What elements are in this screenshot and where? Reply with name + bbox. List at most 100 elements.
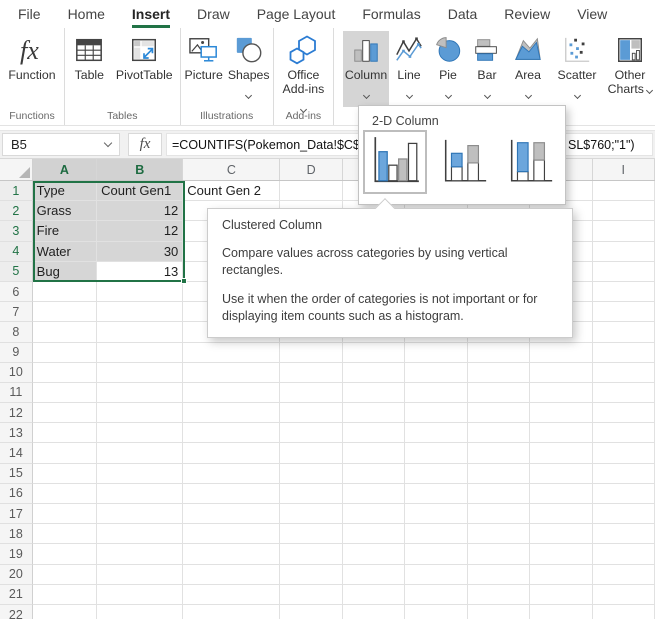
row-header-11[interactable]: 11: [0, 383, 33, 403]
cell-H16[interactable]: [530, 484, 592, 504]
cell-F18[interactable]: [405, 524, 467, 544]
cell-I17[interactable]: [593, 504, 655, 524]
area-chart-button[interactable]: Area: [507, 31, 549, 107]
cell-I22[interactable]: [593, 605, 655, 619]
row-header-10[interactable]: 10: [0, 363, 33, 383]
cell-G21[interactable]: [468, 585, 530, 605]
cell-B21[interactable]: [97, 585, 183, 605]
cell-F20[interactable]: [405, 565, 467, 585]
cell-I7[interactable]: [593, 302, 655, 322]
cell-G19[interactable]: [468, 544, 530, 564]
tab-home[interactable]: Home: [68, 0, 105, 28]
cell-G12[interactable]: [468, 403, 530, 423]
row-header-20[interactable]: 20: [0, 565, 33, 585]
tab-data[interactable]: Data: [448, 0, 478, 28]
cell-B9[interactable]: [97, 343, 183, 363]
cell-G18[interactable]: [468, 524, 530, 544]
cell-H11[interactable]: [530, 383, 592, 403]
cell-B1[interactable]: Count Gen1: [97, 181, 183, 201]
cell-E22[interactable]: [343, 605, 405, 619]
cell-A5[interactable]: Bug: [33, 262, 97, 282]
cell-H20[interactable]: [530, 565, 592, 585]
cell-B17[interactable]: [97, 504, 183, 524]
cell-E19[interactable]: [343, 544, 405, 564]
cell-A4[interactable]: Water: [33, 242, 97, 262]
cell-B11[interactable]: [97, 383, 183, 403]
tab-view[interactable]: View: [577, 0, 607, 28]
row-header-7[interactable]: 7: [0, 302, 33, 322]
cell-G22[interactable]: [468, 605, 530, 619]
cell-D18[interactable]: [280, 524, 342, 544]
cell-B5[interactable]: 13: [97, 262, 183, 282]
tab-insert[interactable]: Insert: [132, 0, 170, 28]
cell-I16[interactable]: [593, 484, 655, 504]
insert-function-button[interactable]: fx: [128, 133, 162, 156]
row-header-1[interactable]: 1: [0, 181, 33, 201]
cell-G11[interactable]: [468, 383, 530, 403]
cell-F21[interactable]: [405, 585, 467, 605]
row-header-17[interactable]: 17: [0, 504, 33, 524]
cell-D19[interactable]: [280, 544, 342, 564]
cell-A20[interactable]: [33, 565, 97, 585]
cell-D9[interactable]: [280, 343, 342, 363]
row-header-13[interactable]: 13: [0, 423, 33, 443]
tab-review[interactable]: Review: [504, 0, 550, 28]
column-header-B[interactable]: B: [97, 159, 183, 180]
cell-H14[interactable]: [530, 443, 592, 463]
cell-H13[interactable]: [530, 423, 592, 443]
cell-G17[interactable]: [468, 504, 530, 524]
cell-A19[interactable]: [33, 544, 97, 564]
pivottable-button[interactable]: PivotTable: [111, 31, 177, 107]
cell-A22[interactable]: [33, 605, 97, 619]
row-header-6[interactable]: 6: [0, 282, 33, 302]
cell-A15[interactable]: [33, 464, 97, 484]
cell-C12[interactable]: [183, 403, 280, 423]
cell-B4[interactable]: 30: [97, 242, 183, 262]
option-100-stacked-column[interactable]: [503, 135, 557, 191]
cell-H21[interactable]: [530, 585, 592, 605]
fill-handle[interactable]: [181, 278, 187, 284]
cell-H18[interactable]: [530, 524, 592, 544]
cell-D11[interactable]: [280, 383, 342, 403]
cell-B18[interactable]: [97, 524, 183, 544]
row-header-12[interactable]: 12: [0, 403, 33, 423]
row-header-19[interactable]: 19: [0, 544, 33, 564]
cell-I20[interactable]: [593, 565, 655, 585]
cell-C9[interactable]: [183, 343, 280, 363]
cell-D22[interactable]: [280, 605, 342, 619]
tab-formulas[interactable]: Formulas: [362, 0, 420, 28]
option-stacked-column[interactable]: [437, 135, 491, 191]
cell-I12[interactable]: [593, 403, 655, 423]
bar-chart-button[interactable]: Bar: [467, 31, 507, 107]
cell-I5[interactable]: [593, 262, 655, 282]
cell-A12[interactable]: [33, 403, 97, 423]
row-header-4[interactable]: 4: [0, 242, 33, 262]
cell-A17[interactable]: [33, 504, 97, 524]
cell-F12[interactable]: [405, 403, 467, 423]
cell-E15[interactable]: [343, 464, 405, 484]
cell-F13[interactable]: [405, 423, 467, 443]
cell-I21[interactable]: [593, 585, 655, 605]
column-header-C[interactable]: C: [183, 159, 280, 180]
cell-H22[interactable]: [530, 605, 592, 619]
cell-A1[interactable]: Type: [33, 181, 97, 201]
cell-A16[interactable]: [33, 484, 97, 504]
row-header-16[interactable]: 16: [0, 484, 33, 504]
table-button[interactable]: Table: [67, 31, 111, 107]
column-chart-button[interactable]: Column: [343, 31, 389, 107]
cell-G15[interactable]: [468, 464, 530, 484]
scatter-chart-button[interactable]: Scatter: [549, 31, 605, 107]
name-box[interactable]: B5: [2, 133, 120, 156]
name-box-chevron-icon[interactable]: [104, 139, 112, 147]
cell-E21[interactable]: [343, 585, 405, 605]
row-header-14[interactable]: 14: [0, 443, 33, 463]
cell-A14[interactable]: [33, 443, 97, 463]
function-button[interactable]: fx Function: [0, 31, 64, 107]
pie-chart-button[interactable]: Pie: [429, 31, 467, 107]
cell-I11[interactable]: [593, 383, 655, 403]
cell-B2[interactable]: 12: [97, 201, 183, 221]
cell-I8[interactable]: [593, 322, 655, 342]
column-header-A[interactable]: A: [33, 159, 97, 180]
picture-button[interactable]: Picture: [182, 31, 226, 107]
cell-E17[interactable]: [343, 504, 405, 524]
